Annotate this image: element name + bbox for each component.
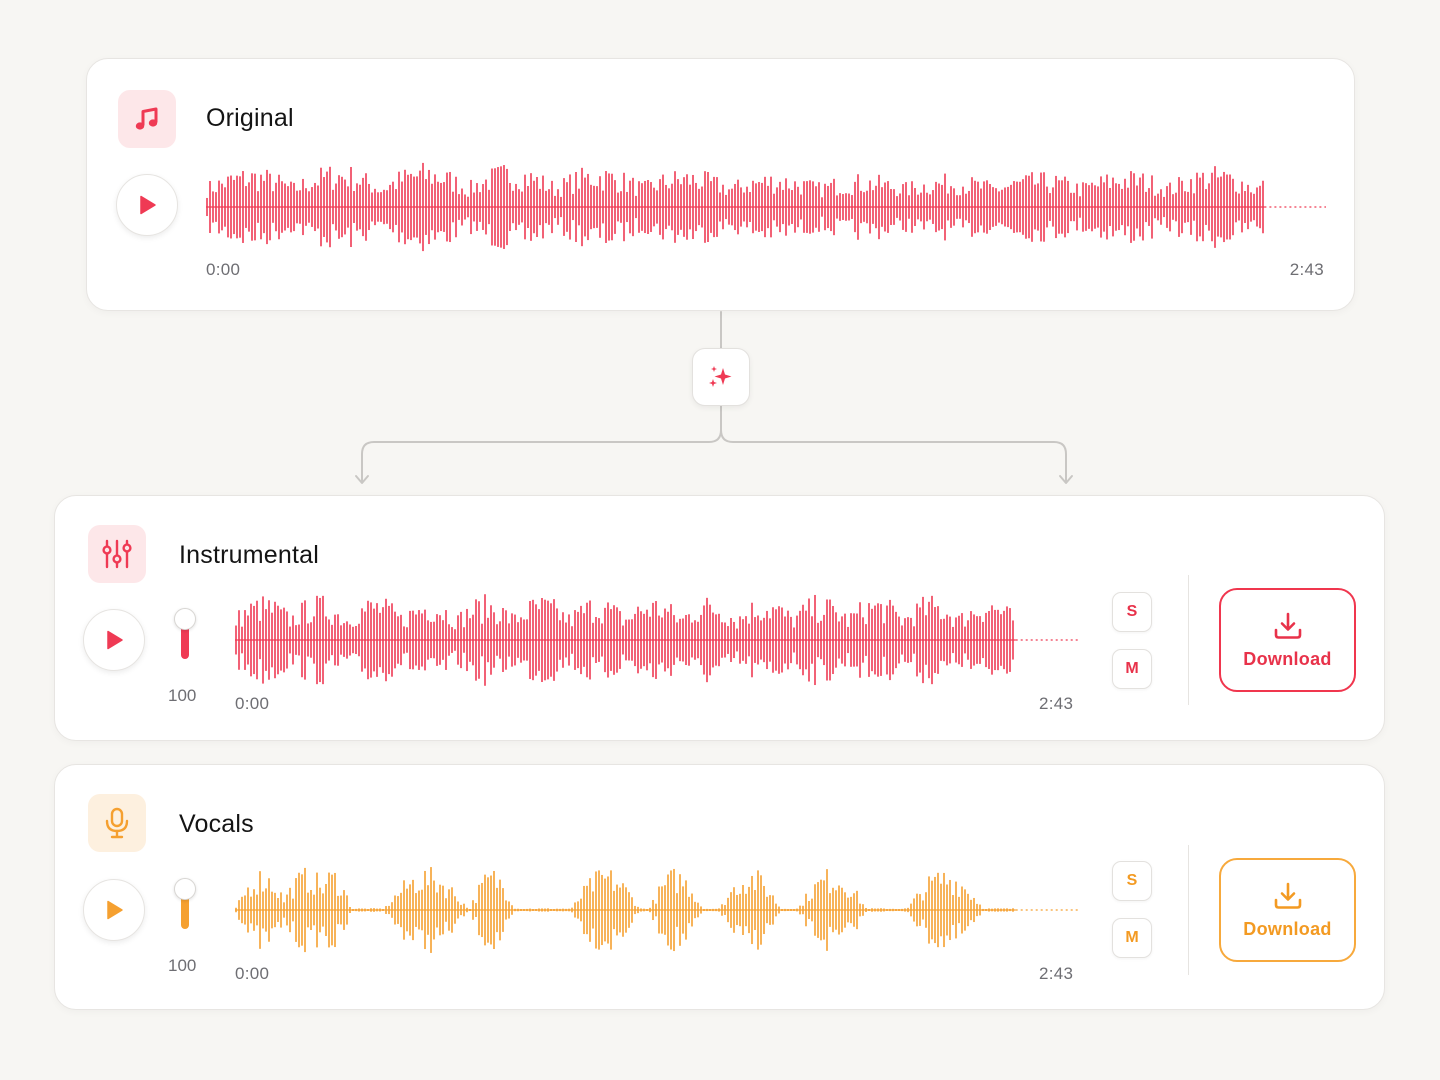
play-icon: [107, 630, 123, 650]
vocals-end-time: 2:43: [1039, 964, 1074, 983]
vocals-play-button[interactable]: [83, 879, 145, 941]
instrumental-waveform[interactable]: [235, 592, 1079, 688]
music-note-icon: [135, 107, 158, 130]
instrumental-track-card: Instrumental 100 0:00 2:43 S M Download: [54, 495, 1385, 741]
vocals-start-time: 0:00: [235, 964, 270, 983]
vocals-solo-button[interactable]: S: [1112, 861, 1152, 901]
play-icon: [107, 900, 123, 920]
instrumental-end-time: 2:43: [1039, 694, 1074, 713]
sparkles-icon: [709, 366, 732, 387]
vocals-download-button[interactable]: Download: [1219, 858, 1356, 962]
separate-ai-node[interactable]: [692, 348, 750, 406]
original-waveform[interactable]: [206, 159, 1326, 255]
download-icon: [1274, 612, 1301, 639]
card-divider: [1188, 575, 1189, 705]
instrumental-title: Instrumental: [179, 541, 319, 569]
equalizer-sliders-icon: [102, 539, 132, 569]
vocals-track-card: Vocals 100 0:00 2:43 S M Download: [54, 764, 1385, 1010]
instrumental-download-button[interactable]: Download: [1219, 588, 1356, 692]
volume-knob[interactable]: [174, 608, 196, 630]
instrumental-start-time: 0:00: [235, 694, 270, 713]
download-label: Download: [1243, 918, 1332, 939]
vocals-volume-slider[interactable]: [173, 878, 199, 948]
original-start-time: 0:00: [206, 260, 241, 279]
volume-knob[interactable]: [174, 878, 196, 900]
play-icon: [140, 195, 156, 215]
instrumental-solo-button[interactable]: S: [1112, 592, 1152, 632]
vocals-volume-value: 100: [168, 956, 197, 975]
card-divider: [1188, 845, 1189, 975]
vocals-icon-tile: [88, 794, 146, 852]
instrumental-mute-button[interactable]: M: [1112, 649, 1152, 689]
vocals-mute-button[interactable]: M: [1112, 918, 1152, 958]
download-icon: [1274, 882, 1301, 909]
microphone-icon: [105, 807, 129, 839]
instrumental-volume-slider[interactable]: [173, 608, 199, 678]
original-track-card: Original 0:00 2:43: [86, 58, 1355, 311]
original-icon-tile: [118, 90, 176, 148]
download-label: Download: [1243, 648, 1332, 669]
instrumental-play-button[interactable]: [83, 609, 145, 671]
original-play-button[interactable]: [116, 174, 178, 236]
original-end-time: 2:43: [1289, 260, 1324, 279]
instrumental-volume-value: 100: [168, 686, 197, 705]
instrumental-icon-tile: [88, 525, 146, 583]
original-title: Original: [206, 104, 294, 132]
vocals-waveform[interactable]: [235, 862, 1079, 958]
vocals-title: Vocals: [179, 810, 254, 838]
